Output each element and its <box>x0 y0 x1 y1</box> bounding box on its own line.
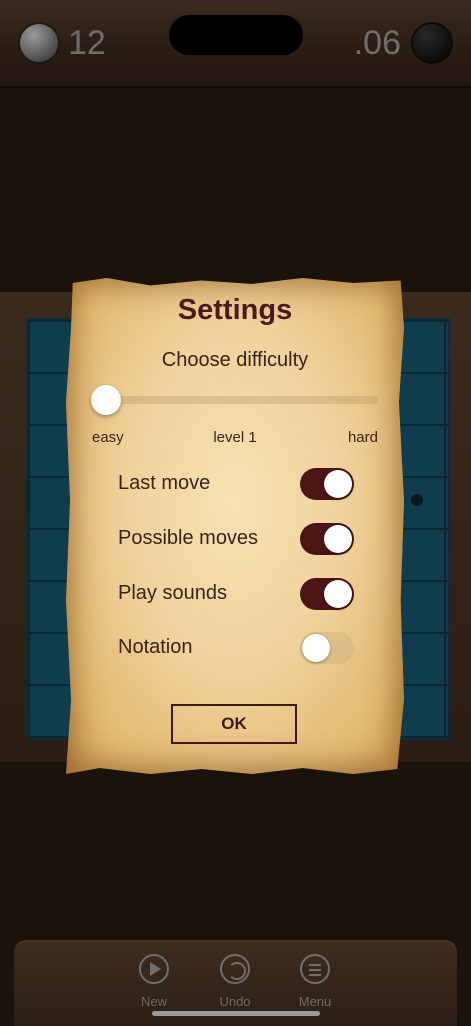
setting-label: Notation <box>118 636 193 658</box>
menu-icon <box>300 954 330 984</box>
black-score: .06 <box>353 24 401 62</box>
setting-row-possible-moves: Possible moves <box>118 523 358 555</box>
dialog-title: Settings <box>177 294 293 326</box>
new-label: New <box>140 994 167 1009</box>
toggle-knob <box>324 580 352 608</box>
white-score: 12 <box>68 24 106 62</box>
black-piece-icon <box>413 24 451 62</box>
slider-label-easy: easy <box>92 429 124 446</box>
play-sounds-toggle[interactable] <box>300 578 354 610</box>
toggle-knob <box>302 634 330 662</box>
slider-label-level: level 1 <box>213 429 257 446</box>
toggle-knob <box>324 470 352 498</box>
ok-button[interactable]: OK <box>171 704 297 744</box>
menu-button[interactable]: Menu <box>285 954 345 1014</box>
top-bar: 12 .06 <box>0 0 471 88</box>
settings-dialog: Settings Choose difficulty easy level 1 … <box>66 278 404 774</box>
board-marker <box>411 494 423 506</box>
setting-row-last-move: Last move <box>118 468 358 500</box>
difficulty-slider-knob[interactable] <box>91 385 121 415</box>
setting-label: Play sounds <box>118 582 227 604</box>
slider-label-hard: hard <box>347 429 378 446</box>
undo-label: Undo <box>219 994 251 1009</box>
home-indicator[interactable] <box>152 1011 320 1016</box>
play-icon <box>139 954 169 984</box>
setting-label: Last move <box>118 472 211 494</box>
toggle-knob <box>324 525 352 553</box>
last-move-toggle[interactable] <box>300 468 354 500</box>
undo-icon <box>220 954 250 984</box>
notation-toggle[interactable] <box>300 632 354 664</box>
setting-label: Possible moves <box>118 527 259 549</box>
white-piece-icon <box>20 24 58 62</box>
difficulty-prompt: Choose difficulty <box>161 349 309 371</box>
difficulty-slider-track[interactable] <box>94 396 378 404</box>
new-game-button[interactable]: New <box>124 954 184 1014</box>
setting-row-play-sounds: Play sounds <box>118 578 358 610</box>
dynamic-island <box>169 15 303 55</box>
menu-label: Menu <box>298 994 332 1009</box>
setting-row-notation: Notation <box>118 632 358 664</box>
possible-moves-toggle[interactable] <box>300 523 354 555</box>
undo-button[interactable]: Undo <box>205 954 265 1014</box>
